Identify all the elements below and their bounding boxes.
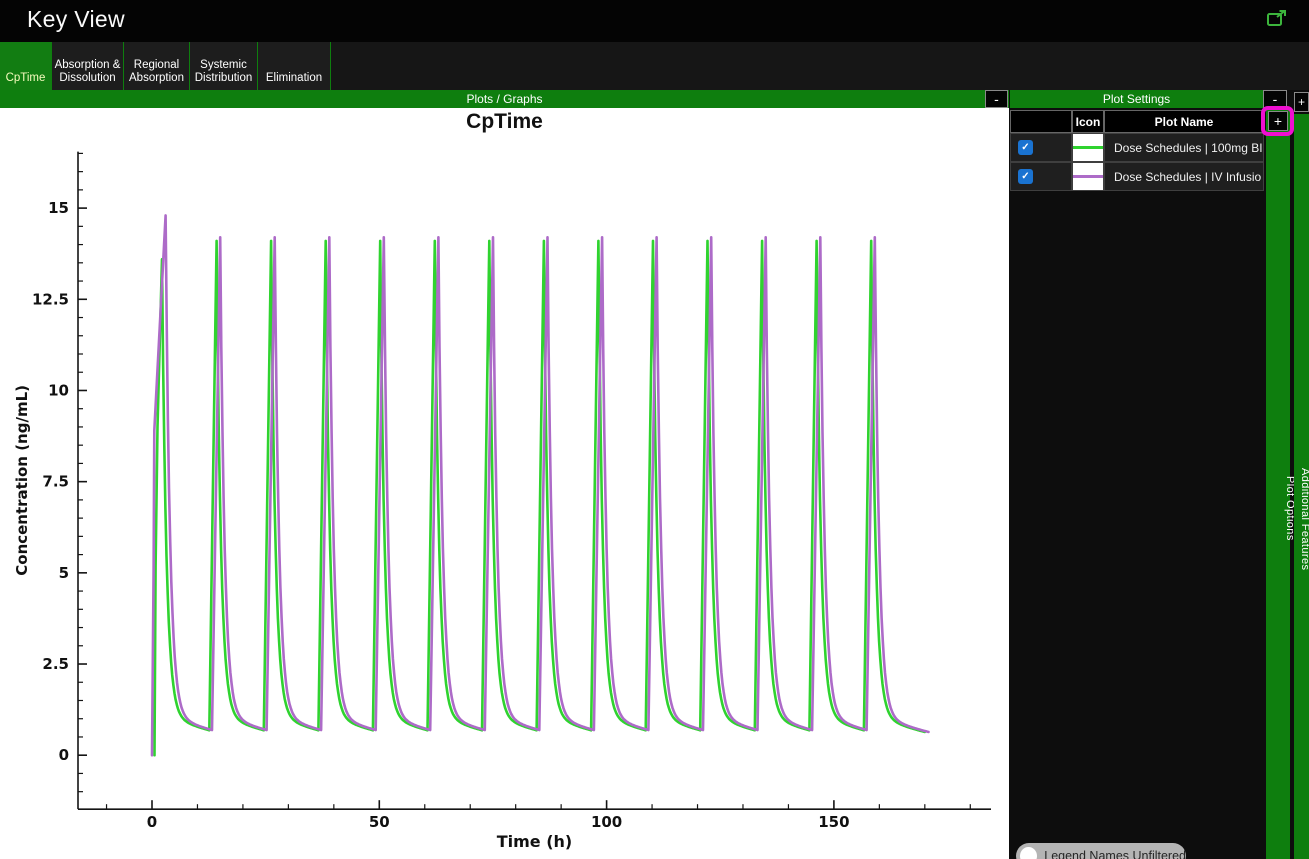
row1-check-cell: ✓ bbox=[1010, 133, 1072, 162]
tab-regional-absorption[interactable]: Regional Absorption bbox=[124, 42, 190, 90]
title-bar: Key View bbox=[0, 0, 1309, 42]
plots-graphs-panel: Plots / Graphs - CpTime 0 2.5 5 7.5 10 12.5 15… bbox=[0, 90, 1009, 859]
row2-plot-name[interactable]: Dose Schedules | IV Infusio bbox=[1104, 162, 1264, 191]
svg-text:2.5: 2.5 bbox=[42, 655, 69, 673]
legend-toggle-label: Legend Names Unfiltered bbox=[1044, 849, 1186, 859]
table-row: ✓ Dose Schedules | 100mg BI bbox=[1010, 133, 1264, 162]
right-panel-region: Plot Settings - Icon Plot Name ✓ Dose Sc… bbox=[1009, 90, 1309, 859]
tab-absorption-dissolution[interactable]: Absorption & Dissolution bbox=[52, 42, 124, 90]
header-plot-name-column: Plot Name bbox=[1104, 110, 1264, 133]
plot-settings-table: Icon Plot Name ✓ Dose Schedules | 100mg … bbox=[1010, 110, 1264, 191]
tab-systemic-distribution[interactable]: Systemic Distribution bbox=[190, 42, 258, 90]
key-view-window: Key View CpTime Absorption & Dissolution… bbox=[0, 0, 1309, 859]
row2-check-cell: ✓ bbox=[1010, 162, 1072, 191]
row2-visibility-checkbox[interactable]: ✓ bbox=[1018, 169, 1033, 184]
plots-graphs-header-label: Plots / Graphs bbox=[466, 92, 543, 106]
svg-text:100: 100 bbox=[591, 813, 622, 831]
header-checkbox-column bbox=[1010, 110, 1072, 133]
plots-graphs-collapse-button[interactable]: - bbox=[985, 90, 1008, 108]
legend-names-toggle[interactable]: Legend Names Unfiltered bbox=[1016, 843, 1186, 859]
tab-elimination[interactable]: Elimination bbox=[258, 42, 331, 90]
cptime-chart: 02.557.51012.5150 50 100 150Time (h)Concent… bbox=[13, 151, 991, 851]
svg-text:10: 10 bbox=[48, 381, 69, 399]
tab-cptime[interactable]: CpTime bbox=[0, 42, 52, 90]
table-header-row: Icon Plot Name bbox=[1010, 110, 1264, 133]
window-title: Key View bbox=[27, 6, 125, 32]
row2-icon-cell bbox=[1072, 162, 1104, 191]
plot-icon-line bbox=[1073, 146, 1103, 149]
plot-settings-header-label: Plot Settings bbox=[1102, 92, 1171, 106]
plot-settings-header: Plot Settings bbox=[1010, 90, 1263, 108]
svg-text:0: 0 bbox=[147, 813, 157, 831]
additional-features-label: Additional Features bbox=[1299, 467, 1309, 571]
plot-icon-line bbox=[1073, 175, 1103, 178]
table-row: ✓ Dose Schedules | IV Infusio bbox=[1010, 162, 1264, 191]
open-in-new-window-icon[interactable] bbox=[1267, 10, 1287, 27]
x-axis-label: Time (h) bbox=[497, 832, 573, 851]
svg-text:15: 15 bbox=[48, 199, 69, 217]
plot-options-label: Plot Options bbox=[1284, 475, 1296, 541]
svg-text:5: 5 bbox=[59, 564, 69, 582]
row1-plot-name[interactable]: Dose Schedules | 100mg BI bbox=[1104, 133, 1264, 162]
tab-strip: CpTime Absorption & Dissolution Regional… bbox=[0, 42, 1309, 90]
svg-text:0: 0 bbox=[59, 746, 69, 764]
additional-features-expand-button[interactable]: + bbox=[1294, 92, 1309, 112]
plot-settings-collapse-button[interactable]: - bbox=[1263, 90, 1287, 108]
header-icon-column: Icon bbox=[1072, 110, 1104, 133]
svg-text:150: 150 bbox=[818, 813, 849, 831]
additional-features-collapsed-bar[interactable]: Additional Features bbox=[1294, 114, 1309, 859]
plot-options-collapsed-bar[interactable]: Plot Options bbox=[1266, 108, 1296, 859]
svg-text:50: 50 bbox=[369, 813, 390, 831]
plot-options-expand-button[interactable]: + bbox=[1268, 111, 1288, 131]
svg-text:12.5: 12.5 bbox=[32, 290, 69, 308]
row1-icon-cell bbox=[1072, 133, 1104, 162]
y-axis-label: Concentration (ng/mL) bbox=[13, 385, 31, 576]
row1-visibility-checkbox[interactable]: ✓ bbox=[1018, 140, 1033, 155]
toggle-knob-icon bbox=[1020, 847, 1038, 859]
plots-graphs-header: Plots / Graphs bbox=[0, 90, 1009, 108]
svg-text:7.5: 7.5 bbox=[42, 473, 69, 491]
